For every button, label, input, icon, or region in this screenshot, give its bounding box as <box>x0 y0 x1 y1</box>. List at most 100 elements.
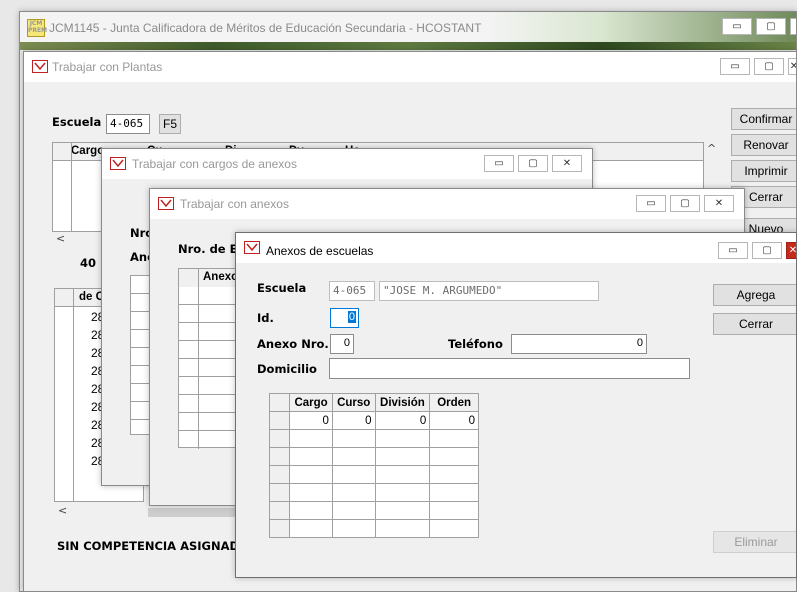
dialog-cerrar-button[interactable]: Cerrar <box>713 313 796 335</box>
table-row[interactable] <box>268 465 479 484</box>
anexos-maximize-button[interactable]: ▢ <box>670 195 700 212</box>
cell[interactable] <box>331 483 376 502</box>
cell[interactable] <box>429 429 479 448</box>
cell-orden[interactable]: 0 <box>429 411 479 430</box>
dialog-maximize-button[interactable]: ▢ <box>752 242 782 259</box>
cell[interactable] <box>429 501 479 520</box>
plantas-escuela-input[interactable]: 4-065 <box>106 114 150 134</box>
col-orden-header[interactable]: Orden <box>429 393 479 412</box>
cell[interactable] <box>331 519 376 538</box>
cargos-maximize-button[interactable]: ▢ <box>518 155 548 172</box>
anexos-titlebar[interactable]: Trabajar con anexos ▭ ▢ ✕ <box>150 189 744 219</box>
telefono-input[interactable]: 0 <box>511 334 647 354</box>
row-selector[interactable] <box>268 465 291 484</box>
imprimir-button[interactable]: Imprimir <box>731 160 796 182</box>
plantas-minimize-button[interactable]: ▭ <box>720 58 750 75</box>
anexos-window-title: Trabajar con anexos <box>180 197 289 211</box>
table-row[interactable] <box>268 519 479 538</box>
escuela-label: Escuela <box>257 281 307 295</box>
status-text: SIN COMPETENCIA ASIGNADA <box>57 539 248 553</box>
cell[interactable] <box>289 447 333 466</box>
cell[interactable] <box>289 465 333 484</box>
anexos-grid: Anexo <box>178 268 239 449</box>
telefono-label: Teléfono <box>448 337 503 351</box>
cell-division[interactable]: 0 <box>374 411 431 430</box>
id-input[interactable]: 0 <box>330 308 359 328</box>
cargos-close-button[interactable]: ✕ <box>552 155 582 172</box>
plantas-titlebar[interactable]: Trabajar con Plantas ▭ ▢ ✕ <box>24 52 796 82</box>
id-value: 0 <box>347 311 356 323</box>
dialog-close-button[interactable]: ✕ <box>786 242 796 259</box>
table-row[interactable] <box>268 483 479 502</box>
cell[interactable] <box>331 429 376 448</box>
cell[interactable] <box>374 519 431 538</box>
cell[interactable] <box>289 429 333 448</box>
plantas-scroll-up-icon[interactable]: ^ <box>707 142 716 155</box>
cell[interactable] <box>429 465 479 484</box>
col-cargo-header[interactable]: Cargo <box>289 393 333 412</box>
plantas-scroll-left-icon[interactable]: < <box>56 232 65 245</box>
anexos-escuelas-title: Anexos de escuelas <box>266 244 374 258</box>
id-label: Id. <box>257 311 274 325</box>
anexo-nro-label: Anexo Nro. <box>257 337 329 351</box>
row-selector[interactable] <box>268 411 291 430</box>
main-minimize-button[interactable]: ▭ <box>722 18 752 35</box>
plantas-maximize-button[interactable]: ▢ <box>754 58 784 75</box>
plantas-escuela-label: Escuela <box>52 115 102 129</box>
cargos-table: Cargo Curso División Orden 0 0 0 0 <box>268 393 479 538</box>
main-window-title: JCM1145 - Junta Calificadora de Méritos … <box>49 21 482 35</box>
eliminar-button[interactable]: Eliminar <box>713 531 796 553</box>
confirmar-button[interactable]: Confirmar <box>731 108 796 130</box>
domicilio-input[interactable] <box>329 358 690 379</box>
cell[interactable] <box>331 447 376 466</box>
row-selector[interactable] <box>268 519 291 538</box>
plantas-bottom-scrollbar[interactable] <box>148 508 236 517</box>
app-window-icon <box>110 157 126 170</box>
main-close-button[interactable]: ✕ <box>790 18 796 35</box>
plantas-close-button[interactable]: ✕ <box>788 58 796 75</box>
col-anexo-header: Anexo <box>203 271 239 283</box>
f5-lookup-button[interactable]: F5 <box>159 114 181 134</box>
cell[interactable] <box>374 483 431 502</box>
cell[interactable] <box>374 447 431 466</box>
cargos-window-title: Trabajar con cargos de anexos <box>132 157 297 171</box>
cell[interactable] <box>429 519 479 538</box>
anexos-minimize-button[interactable]: ▭ <box>636 195 666 212</box>
plantas-window-title: Trabajar con Plantas <box>52 60 163 74</box>
table-row[interactable] <box>268 447 479 466</box>
row-selector[interactable] <box>268 429 291 448</box>
anexo-nro-input[interactable]: 0 <box>330 334 354 354</box>
cell[interactable] <box>374 429 431 448</box>
cell[interactable] <box>289 519 333 538</box>
table-row[interactable]: 0 0 0 0 <box>268 411 479 430</box>
cell[interactable] <box>289 483 333 502</box>
anexos-close-button[interactable]: ✕ <box>704 195 734 212</box>
cell[interactable] <box>331 465 376 484</box>
cell[interactable] <box>289 501 333 520</box>
plantas-bottom-scroll-left-icon[interactable]: < <box>58 504 67 517</box>
plantas-count: 40 <box>80 256 97 270</box>
main-maximize-button[interactable]: ▢ <box>756 18 786 35</box>
cargos-minimize-button[interactable]: ▭ <box>484 155 514 172</box>
table-row[interactable] <box>268 501 479 520</box>
cell[interactable] <box>429 483 479 502</box>
cell[interactable] <box>429 447 479 466</box>
main-titlebar[interactable]: JCM PREM JCM1145 - Junta Calificadora de… <box>20 12 796 42</box>
cell-cargo[interactable]: 0 <box>289 411 333 430</box>
renovar-button[interactable]: Renovar <box>731 134 796 156</box>
cargos-titlebar[interactable]: Trabajar con cargos de anexos ▭ ▢ ✕ <box>102 149 592 179</box>
row-selector[interactable] <box>268 447 291 466</box>
anexos-escuelas-titlebar[interactable]: Anexos de escuelas ▭ ▢ ✕ <box>236 233 796 263</box>
cell-curso[interactable]: 0 <box>331 411 376 430</box>
col-curso-header[interactable]: Curso <box>331 393 376 412</box>
cell[interactable] <box>374 501 431 520</box>
col-cargo-header: Cargo <box>71 145 105 157</box>
row-selector[interactable] <box>268 501 291 520</box>
agrega-button[interactable]: Agrega <box>713 284 796 306</box>
cell[interactable] <box>331 501 376 520</box>
col-division-header[interactable]: División <box>374 393 431 412</box>
dialog-minimize-button[interactable]: ▭ <box>718 242 748 259</box>
cell[interactable] <box>374 465 431 484</box>
table-row[interactable] <box>268 429 479 448</box>
row-selector[interactable] <box>268 483 291 502</box>
